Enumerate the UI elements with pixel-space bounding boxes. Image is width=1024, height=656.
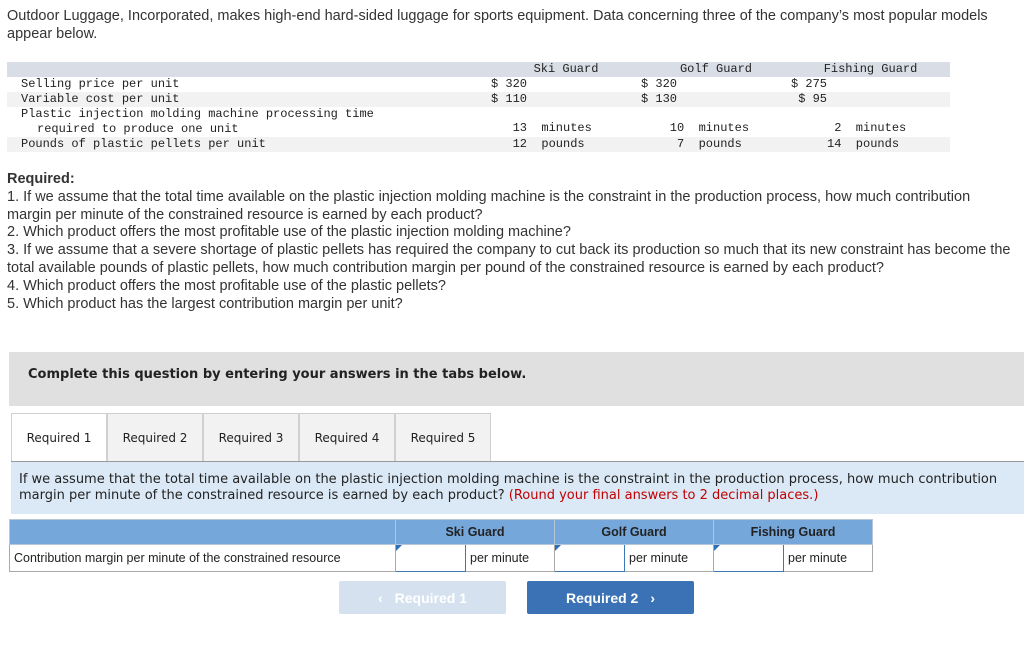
ski-guard-cm-per-minute-input[interactable] xyxy=(396,545,465,571)
unit-label: per minute xyxy=(783,544,873,572)
tab-required-2[interactable]: Required 2 xyxy=(107,413,203,462)
tab-required-5[interactable]: Required 5 xyxy=(395,413,491,462)
cell-value: $ 275 xyxy=(791,77,828,91)
table-row: Variable cost per unit $ 110 $ 130 $ 95 xyxy=(7,92,950,107)
chevron-left-icon: ‹ xyxy=(377,589,383,606)
cell-value: 7 pounds xyxy=(641,137,742,151)
tab-required-3[interactable]: Required 3 xyxy=(203,413,299,462)
row-label: Variable cost per unit xyxy=(21,92,180,106)
required-item-1: 1. If we assume that the total time avai… xyxy=(7,188,971,223)
next-required-button[interactable]: Required 2 › xyxy=(527,581,694,614)
question-prompt: If we assume that the total time availab… xyxy=(11,462,1024,514)
row-label: Pounds of plastic pellets per unit xyxy=(21,137,266,151)
problem-intro: Outdoor Luggage, Incorporated, makes hig… xyxy=(7,8,988,42)
rounding-hint: (Round your final answers to 2 decimal p… xyxy=(508,488,819,503)
required-item-3: 3. If we assume that a severe shortage o… xyxy=(7,242,1011,276)
next-button-label: Required 2 xyxy=(565,589,639,606)
answer-header-golf-guard: Golf Guard xyxy=(554,519,714,545)
cell-value: 2 minutes xyxy=(791,121,907,135)
table-row: Plastic injection molding machine proces… xyxy=(7,107,950,137)
cell-value: $ 320 xyxy=(491,77,528,91)
cell-value: 12 pounds xyxy=(491,137,585,151)
required-item-4: 4. Which product offers the most profita… xyxy=(7,277,446,294)
header-golf-guard: Golf Guard xyxy=(679,62,752,76)
unit-label: per minute xyxy=(465,544,555,572)
golf-guard-cm-per-minute-input[interactable] xyxy=(555,545,624,571)
cell-value: $ 320 xyxy=(641,77,678,91)
fishing-guard-input-cell xyxy=(713,544,784,572)
table-row: Pounds of plastic pellets per unit 12 po… xyxy=(7,137,950,152)
cell-value: 13 minutes xyxy=(491,121,592,135)
tab-required-1[interactable]: Required 1 xyxy=(11,413,107,462)
fishing-guard-cm-per-minute-input[interactable] xyxy=(714,545,783,571)
cell-value: $ 130 xyxy=(641,92,678,106)
required-item-5: 5. Which product has the largest contrib… xyxy=(7,295,403,312)
header-ski-guard: Ski Guard xyxy=(533,62,599,76)
header-blank xyxy=(7,62,491,77)
tab-required-4[interactable]: Required 4 xyxy=(299,413,395,462)
row-label: Plastic injection molding machine proces… xyxy=(7,107,491,137)
required-title: Required: xyxy=(7,171,75,187)
answer-row: Contribution margin per minute of the co… xyxy=(9,544,873,572)
answer-header-blank xyxy=(9,519,396,545)
cell-value: 14 pounds xyxy=(791,137,900,151)
table-header-row: Ski Guard Golf Guard Fishing Guard xyxy=(7,62,950,77)
answer-row-label: Contribution margin per minute of the co… xyxy=(9,544,396,572)
instruction-text: Complete this question by entering your … xyxy=(28,367,527,382)
previous-required-button[interactable]: ‹ Required 1 xyxy=(339,581,506,614)
cell-value: 10 minutes xyxy=(641,121,750,135)
table-row: Selling price per unit $ 320 $ 320 $ 275 xyxy=(7,77,950,92)
ski-guard-input-cell xyxy=(395,544,466,572)
cell-value: $ 95 xyxy=(791,92,828,106)
tab-bar: Required 1 Required 2 Required 3 Require… xyxy=(11,413,491,462)
required-section: Required: 1. If we assume that the total… xyxy=(7,171,1017,313)
answer-table: Ski Guard Golf Guard Fishing Guard Contr… xyxy=(9,519,873,572)
header-fishing-guard: Fishing Guard xyxy=(823,62,918,76)
required-item-2: 2. Which product offers the most profita… xyxy=(7,224,571,241)
answer-header-ski-guard: Ski Guard xyxy=(395,519,555,545)
answer-header-fishing-guard: Fishing Guard xyxy=(713,519,873,545)
row-label-line1: Plastic injection molding machine proces… xyxy=(21,107,374,121)
cell-value: $ 110 xyxy=(491,92,528,106)
product-data-table: Ski Guard Golf Guard Fishing Guard Selli… xyxy=(7,62,950,152)
chevron-right-icon: › xyxy=(650,589,656,606)
golf-guard-input-cell xyxy=(554,544,625,572)
previous-button-label: Required 1 xyxy=(394,589,468,606)
unit-label: per minute xyxy=(624,544,714,572)
row-label: Selling price per unit xyxy=(21,77,180,91)
answer-header-row: Ski Guard Golf Guard Fishing Guard xyxy=(9,519,873,545)
row-label-line2: required to produce one unit xyxy=(37,122,239,136)
instruction-banner: Complete this question by entering your … xyxy=(9,352,1024,406)
